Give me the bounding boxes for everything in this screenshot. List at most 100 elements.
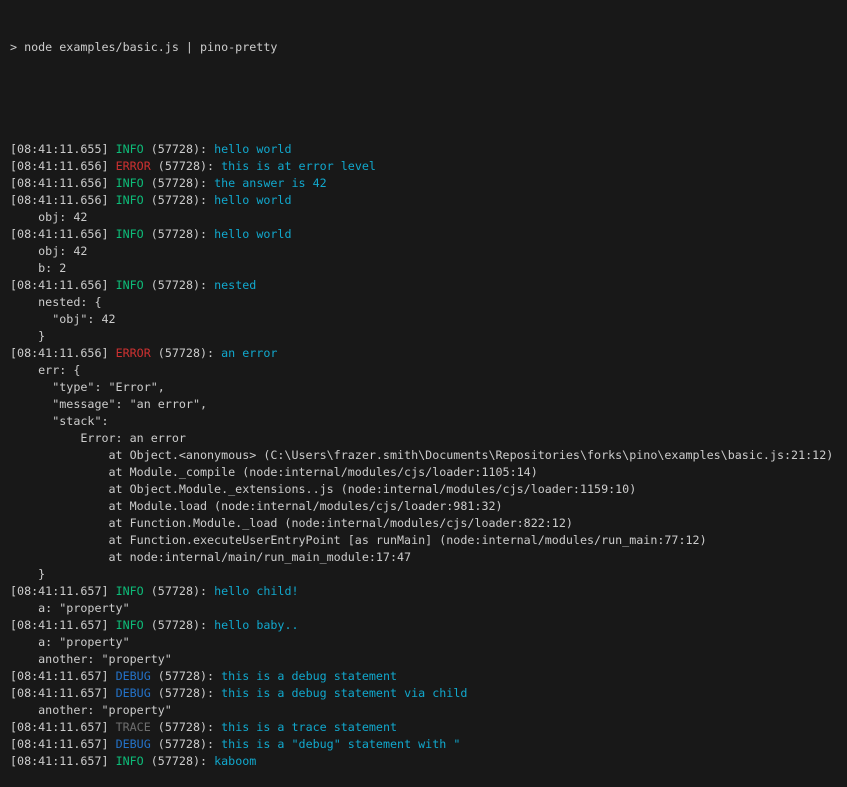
log-pid: (57728): [144,618,214,632]
blank-line [10,90,847,107]
log-line: another: "property" [10,651,847,668]
log-message: this is at error level [221,159,376,173]
log-detail-text: "obj": 42 [10,312,116,326]
log-pid: (57728): [144,227,214,241]
log-level: INFO [116,278,144,292]
log-pid: (57728): [144,176,214,190]
log-timestamp: [08:41:11.657] [10,754,116,768]
log-message: this is a debug statement [221,669,397,683]
log-lines: [08:41:11.655] INFO (57728): hello world… [10,141,847,770]
log-message: hello world [214,193,291,207]
log-pid: (57728): [151,159,221,173]
log-pid: (57728): [151,686,221,700]
log-detail-text: "message": "an error", [10,397,207,411]
log-timestamp: [08:41:11.656] [10,346,116,360]
log-detail-text: at Function.executeUserEntryPoint [as ru… [10,533,707,547]
log-detail-text: b: 2 [10,261,66,275]
log-pid: (57728): [144,142,214,156]
log-line: [08:41:11.655] INFO (57728): hello world [10,141,847,158]
terminal-screen: { "palette": { "background": "#181818", … [0,0,847,669]
log-level: DEBUG [116,686,151,700]
log-level: INFO [116,754,144,768]
log-message: the answer is 42 [214,176,327,190]
log-detail-text: at Function.Module._load (node:internal/… [10,516,573,530]
log-detail-text: a: "property" [10,635,130,649]
log-pid: (57728): [144,754,214,768]
log-timestamp: [08:41:11.657] [10,669,116,683]
log-level: TRACE [116,720,151,734]
log-level: INFO [116,193,144,207]
log-line: at Module.load (node:internal/modules/cj… [10,498,847,515]
log-line: err: { [10,362,847,379]
log-level: ERROR [116,346,151,360]
log-level: DEBUG [116,737,151,751]
command-line: > node examples/basic.js | pino-pretty [10,39,847,56]
log-line: [08:41:11.656] ERROR (57728): this is at… [10,158,847,175]
log-line: [08:41:11.657] TRACE (57728): this is a … [10,719,847,736]
log-line: [08:41:11.656] INFO (57728): the answer … [10,175,847,192]
log-line: [08:41:11.656] INFO (57728): nested [10,277,847,294]
log-line: [08:41:11.657] INFO (57728): kaboom [10,753,847,770]
log-detail-text: at node:internal/main/run_main_module:17… [10,550,411,564]
log-line: "message": "an error", [10,396,847,413]
log-message: this is a "debug" statement with " [221,737,460,751]
log-message: an error [221,346,277,360]
log-line: [08:41:11.657] INFO (57728): hello child… [10,583,847,600]
log-pid: (57728): [144,278,214,292]
log-line: [08:41:11.657] INFO (57728): hello baby.… [10,617,847,634]
log-line: a: "property" [10,634,847,651]
log-detail-text: "type": "Error", [10,380,165,394]
log-timestamp: [08:41:11.657] [10,584,116,598]
log-line: obj: 42 [10,243,847,260]
log-line: b: 2 [10,260,847,277]
log-level: INFO [116,142,144,156]
log-line: [08:41:11.657] DEBUG (57728): this is a … [10,685,847,702]
log-message: this is a debug statement via child [221,686,467,700]
log-message: hello child! [214,584,298,598]
log-detail-text: at Module.load (node:internal/modules/cj… [10,499,503,513]
log-line: } [10,566,847,583]
log-timestamp: [08:41:11.656] [10,176,116,190]
log-detail-text: } [10,329,45,343]
log-message: this is a trace statement [221,720,397,734]
log-detail-text: a: "property" [10,601,130,615]
log-detail-text: Error: an error [10,431,186,445]
log-detail-text: obj: 42 [10,244,87,258]
log-line: at Module._compile (node:internal/module… [10,464,847,481]
log-line: at Object.<anonymous> (C:\Users\frazer.s… [10,447,847,464]
log-line: [08:41:11.656] INFO (57728): hello world [10,226,847,243]
log-line: Error: an error [10,430,847,447]
log-line: nested: { [10,294,847,311]
log-level: INFO [116,227,144,241]
log-detail-text: nested: { [10,295,101,309]
log-timestamp: [08:41:11.657] [10,618,116,632]
log-level: DEBUG [116,669,151,683]
log-line: another: "property" [10,702,847,719]
log-line: [08:41:11.657] DEBUG (57728): this is a … [10,736,847,753]
log-timestamp: [08:41:11.656] [10,227,116,241]
log-detail-text: } [10,567,45,581]
log-detail-text: "stack": [10,414,109,428]
terminal-output: > node examples/basic.js | pino-pretty [… [0,0,847,669]
log-line: obj: 42 [10,209,847,226]
log-line: [08:41:11.656] INFO (57728): hello world [10,192,847,209]
shell-prompt-and-command: > node examples/basic.js | pino-pretty [10,40,277,54]
log-detail-text: obj: 42 [10,210,87,224]
log-detail-text: another: "property" [10,703,172,717]
log-level: INFO [116,584,144,598]
log-line: "stack": [10,413,847,430]
log-detail-text: at Object.Module._extensions..js (node:i… [10,482,636,496]
log-line: a: "property" [10,600,847,617]
log-line: "obj": 42 [10,311,847,328]
log-message: hello baby.. [214,618,298,632]
log-level: INFO [116,176,144,190]
log-timestamp: [08:41:11.656] [10,278,116,292]
log-detail-text: err: { [10,363,80,377]
log-line: at Object.Module._extensions..js (node:i… [10,481,847,498]
log-pid: (57728): [151,669,221,683]
log-timestamp: [08:41:11.656] [10,193,116,207]
log-detail-text: at Module._compile (node:internal/module… [10,465,538,479]
log-timestamp: [08:41:11.656] [10,159,116,173]
log-detail-text: another: "property" [10,652,172,666]
log-message: hello world [214,142,291,156]
